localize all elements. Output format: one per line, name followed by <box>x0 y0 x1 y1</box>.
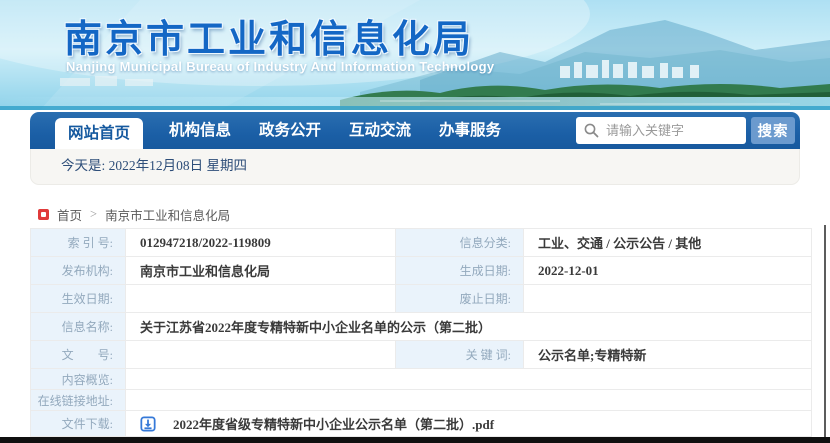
nav-tab-home[interactable]: 网站首页 <box>55 118 143 149</box>
table-row: 索 引 号: 012947218/2022-119809 信息分类: 工业、交通… <box>30 228 812 257</box>
field-value-info-name: 关于江苏省2022年度专精特新中小企业名单的公示（第二批） <box>125 312 812 341</box>
today-date-text: 今天是: 2022年12月08日 星期四 <box>61 158 248 173</box>
field-label-generated-date: 生成日期: <box>395 256 524 285</box>
field-label-index-no: 索 引 号: <box>30 228 126 257</box>
download-icon <box>140 416 156 432</box>
field-label-content-overview: 内容概览: <box>30 368 126 390</box>
field-value-file-download: 2022年度省级专精特新中小企业公示名单（第二批）.pdf <box>125 410 812 437</box>
document-info-table: 索 引 号: 012947218/2022-119809 信息分类: 工业、交通… <box>30 228 812 437</box>
breadcrumb-current: 南京市工业和信息化局 <box>105 208 231 223</box>
field-label-info-category: 信息分类: <box>395 228 524 257</box>
file-download-link[interactable]: 2022年度省级专精特新中小企业公示名单（第二批）.pdf <box>173 417 494 432</box>
table-row: 文件下载: 2022年度省级专精特新中小企业公示名单（第二批）.pdf <box>30 410 812 437</box>
field-value-info-category: 工业、交通 / 公示公告 / 其他 <box>523 228 812 257</box>
field-value-content-overview <box>125 368 812 390</box>
window-bottom-edge <box>0 437 830 443</box>
page: 南京市工业和信息化局 Nanjing Municipal Bureau of I… <box>0 0 830 443</box>
field-value-generated-date: 2022-12-01 <box>523 256 812 285</box>
nav-tab-services[interactable]: 办事服务 <box>425 112 515 149</box>
table-row: 在线链接地址: <box>30 389 812 411</box>
field-value-repeal-date <box>523 284 812 313</box>
field-value-effective-date <box>125 284 396 313</box>
site-title: 南京市工业和信息化局 <box>64 19 475 61</box>
breadcrumb-separator: > <box>90 206 98 221</box>
breadcrumb-home-link[interactable]: 首页 <box>57 205 82 224</box>
field-value-index-no: 012947218/2022-119809 <box>125 228 396 257</box>
nav-tab-gov-disclosure[interactable]: 政务公开 <box>245 112 335 149</box>
table-row: 信息名称: 关于江苏省2022年度专精特新中小企业名单的公示（第二批） <box>30 312 812 341</box>
date-bar: 今天是: 2022年12月08日 星期四 <box>30 149 800 185</box>
nav-tab-interaction[interactable]: 互动交流 <box>335 112 425 149</box>
table-row: 发布机构: 南京市工业和信息化局 生成日期: 2022-12-01 <box>30 256 812 285</box>
site-subtitle-en: Nanjing Municipal Bureau of Industry And… <box>66 59 495 74</box>
field-label-keywords: 关 键 词: <box>395 340 524 369</box>
search-input[interactable] <box>576 117 746 144</box>
field-label-effective-date: 生效日期: <box>30 284 126 313</box>
search-button[interactable]: 搜索 <box>751 117 795 144</box>
nav-tab-org-info[interactable]: 机构信息 <box>155 112 245 149</box>
field-label-online-link: 在线链接地址: <box>30 389 126 411</box>
search-box: 搜索 <box>576 117 795 144</box>
search-icon <box>584 123 599 138</box>
main-nav: 网站首页 机构信息 政务公开 互动交流 办事服务 搜索 <box>30 112 800 149</box>
field-value-online-link <box>125 389 812 411</box>
red-home-marker-icon <box>38 208 49 220</box>
field-label-info-name: 信息名称: <box>30 312 126 341</box>
table-row: 生效日期: 废止日期: <box>30 284 812 313</box>
breadcrumb: 首页 > 南京市工业和信息化局 <box>38 205 231 224</box>
field-value-doc-number <box>125 340 396 369</box>
field-label-repeal-date: 废止日期: <box>395 284 524 313</box>
field-value-keywords: 公示名单;专精特新 <box>523 340 812 369</box>
site-header: 南京市工业和信息化局 Nanjing Municipal Bureau of I… <box>0 0 830 110</box>
table-row: 内容概览: <box>30 368 812 390</box>
window-right-edge <box>824 225 826 437</box>
field-label-doc-number: 文 号: <box>30 340 126 369</box>
field-label-issuing-agency: 发布机构: <box>30 256 126 285</box>
table-row: 文 号: 关 键 词: 公示名单;专精特新 <box>30 340 812 369</box>
field-label-file-download: 文件下载: <box>30 410 126 437</box>
field-value-issuing-agency: 南京市工业和信息化局 <box>125 256 396 285</box>
